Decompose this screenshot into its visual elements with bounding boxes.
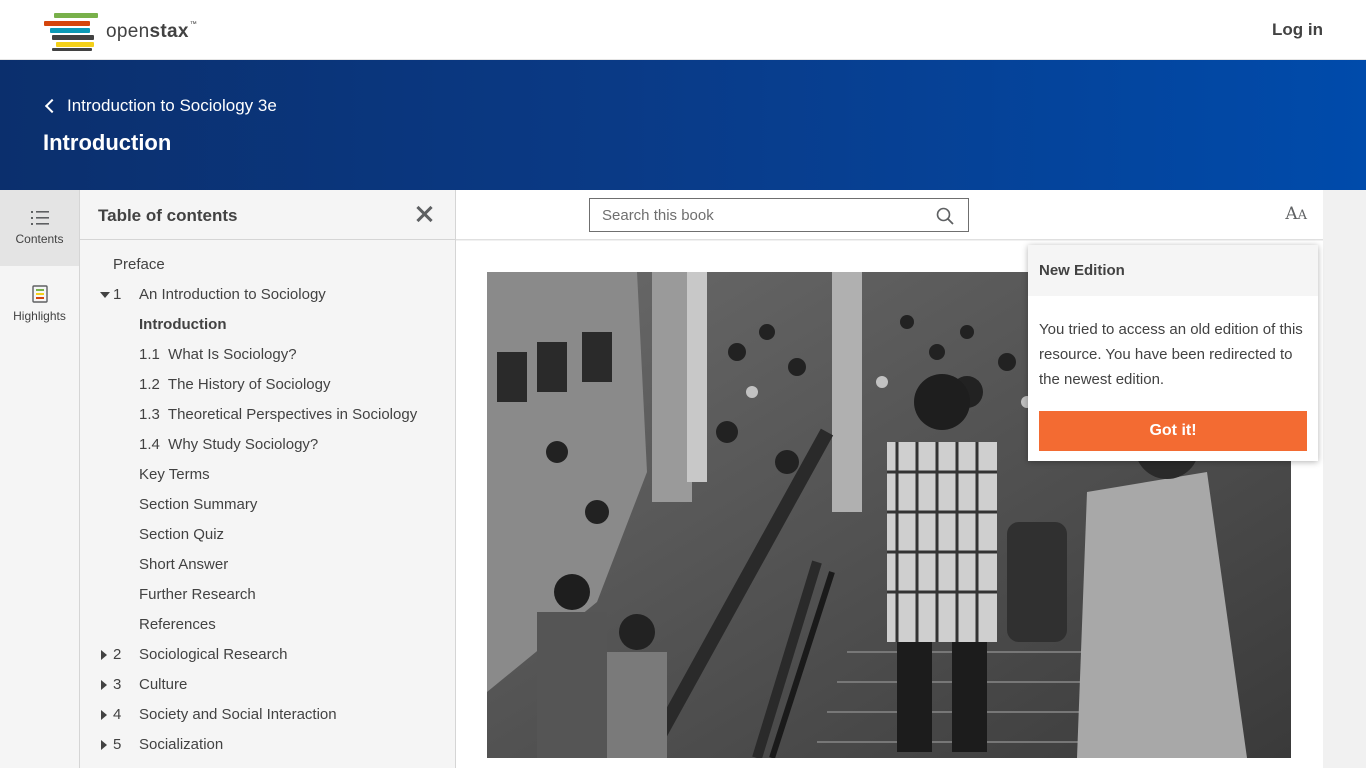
toc-title: Table of contents (98, 206, 238, 225)
highlights-icon (31, 285, 48, 303)
toolbar: AA (456, 190, 1323, 240)
openstax-wordmark: openstax™ (106, 21, 198, 42)
toc-item[interactable]: 2 Sociological Research (80, 640, 456, 670)
top-nav: openstax™ Log in (0, 0, 1366, 60)
books-logo-icon (42, 12, 100, 51)
toc-item[interactable]: Section Summary (80, 490, 456, 520)
toc-item[interactable]: Preface (80, 250, 456, 280)
toc-chapter-number: 1 (113, 286, 122, 303)
toc-item-label: Key Terms (139, 466, 210, 483)
search-input[interactable] (590, 206, 920, 224)
toc-chapter-number: 4 (113, 706, 122, 723)
caret-right-icon[interactable] (101, 680, 107, 690)
login-link[interactable]: Log in (1272, 20, 1323, 40)
toc-chapter-number: 2 (113, 646, 122, 663)
search-box (589, 198, 969, 232)
toc-item[interactable]: 1.1 What Is Sociology? (80, 340, 456, 370)
popup-message: You tried to access an old edition of th… (1039, 321, 1303, 388)
toc-item[interactable]: Section Quiz (80, 520, 456, 550)
caret-down-icon[interactable] (100, 292, 110, 298)
book-header: Introduction to Sociology 3e Introductio… (0, 60, 1366, 190)
caret-right-icon[interactable] (101, 710, 107, 720)
toc-item-label: Preface (113, 256, 165, 273)
text-size-button[interactable]: AA (1285, 204, 1307, 224)
toc-item-label: Culture (139, 676, 188, 693)
toc-item[interactable]: 3 Culture (80, 670, 456, 700)
toc-item[interactable]: Short Answer (80, 550, 456, 580)
toc-item[interactable]: 1.3 Theoretical Perspectives in Sociolog… (80, 400, 456, 430)
toc-item[interactable]: References (80, 610, 456, 640)
toc-item-label: 1.2 The History of Sociology (139, 376, 331, 393)
toc-list: Preface 1 An Introduction to Sociology Intr… (80, 250, 456, 760)
popup-title: New Edition (1028, 245, 1318, 296)
toc-item-label: An Introduction to Sociology (139, 286, 326, 303)
toc-item-label: References (139, 616, 216, 633)
search-icon[interactable] (936, 207, 954, 225)
toc-item-label: 1.1 What Is Sociology? (139, 346, 297, 363)
toc-item[interactable]: Introduction (80, 310, 456, 340)
toc-item-label: 1.3 Theoretical Perspectives in Sociolog… (139, 406, 418, 423)
new-edition-popup: New Edition You tried to access an old e… (1028, 245, 1318, 461)
toc-item[interactable]: 1.2 The History of Sociology (80, 370, 456, 400)
chevron-left-icon (44, 98, 60, 114)
toc-item-label: Short Answer (139, 556, 229, 573)
sidebar-rail: Contents Highlights (0, 190, 80, 768)
book-title: Introduction to Sociology 3e (67, 96, 277, 115)
highlights-button[interactable]: Highlights (0, 266, 79, 342)
toc-item-label: Further Research (139, 586, 256, 603)
page-title: Introduction (43, 130, 172, 155)
toc-item[interactable]: 4 Society and Social Interaction (80, 700, 456, 730)
toc-item[interactable]: 1 An Introduction to Sociology (80, 280, 456, 310)
toc-panel: Table of contents Preface 1 An Introductio… (80, 190, 456, 768)
toc-item[interactable]: Further Research (80, 580, 456, 610)
toc-header: Table of contents (80, 190, 456, 240)
toc-item-label: Society and Social Interaction (139, 706, 337, 723)
toc-item-label: Socialization (139, 736, 224, 753)
toc-item-label: Sociological Research (139, 646, 288, 663)
got-it-button[interactable]: Got it! (1039, 411, 1307, 451)
contents-label: Contents (15, 232, 64, 246)
toc-chapter-number: 5 (113, 736, 122, 753)
toc-item[interactable]: 5 Socialization (80, 730, 456, 760)
highlights-label: Highlights (13, 309, 66, 323)
toc-item-label: Introduction (139, 316, 227, 333)
toc-item[interactable]: 1.4 Why Study Sociology? (80, 430, 456, 460)
toc-item-label: Section Summary (139, 496, 258, 513)
toc-chapter-number: 3 (113, 676, 122, 693)
close-icon[interactable] (414, 204, 434, 224)
back-to-book-link[interactable]: Introduction to Sociology 3e (43, 96, 277, 116)
toc-item[interactable]: Key Terms (80, 460, 456, 490)
toc-item-label: 1.4 Why Study Sociology? (139, 436, 319, 453)
list-icon (30, 211, 49, 225)
contents-button[interactable]: Contents (0, 190, 79, 266)
openstax-logo[interactable]: openstax™ (42, 12, 198, 51)
toc-item-label: Section Quiz (139, 526, 225, 543)
caret-right-icon[interactable] (101, 740, 107, 750)
caret-right-icon[interactable] (101, 650, 107, 660)
